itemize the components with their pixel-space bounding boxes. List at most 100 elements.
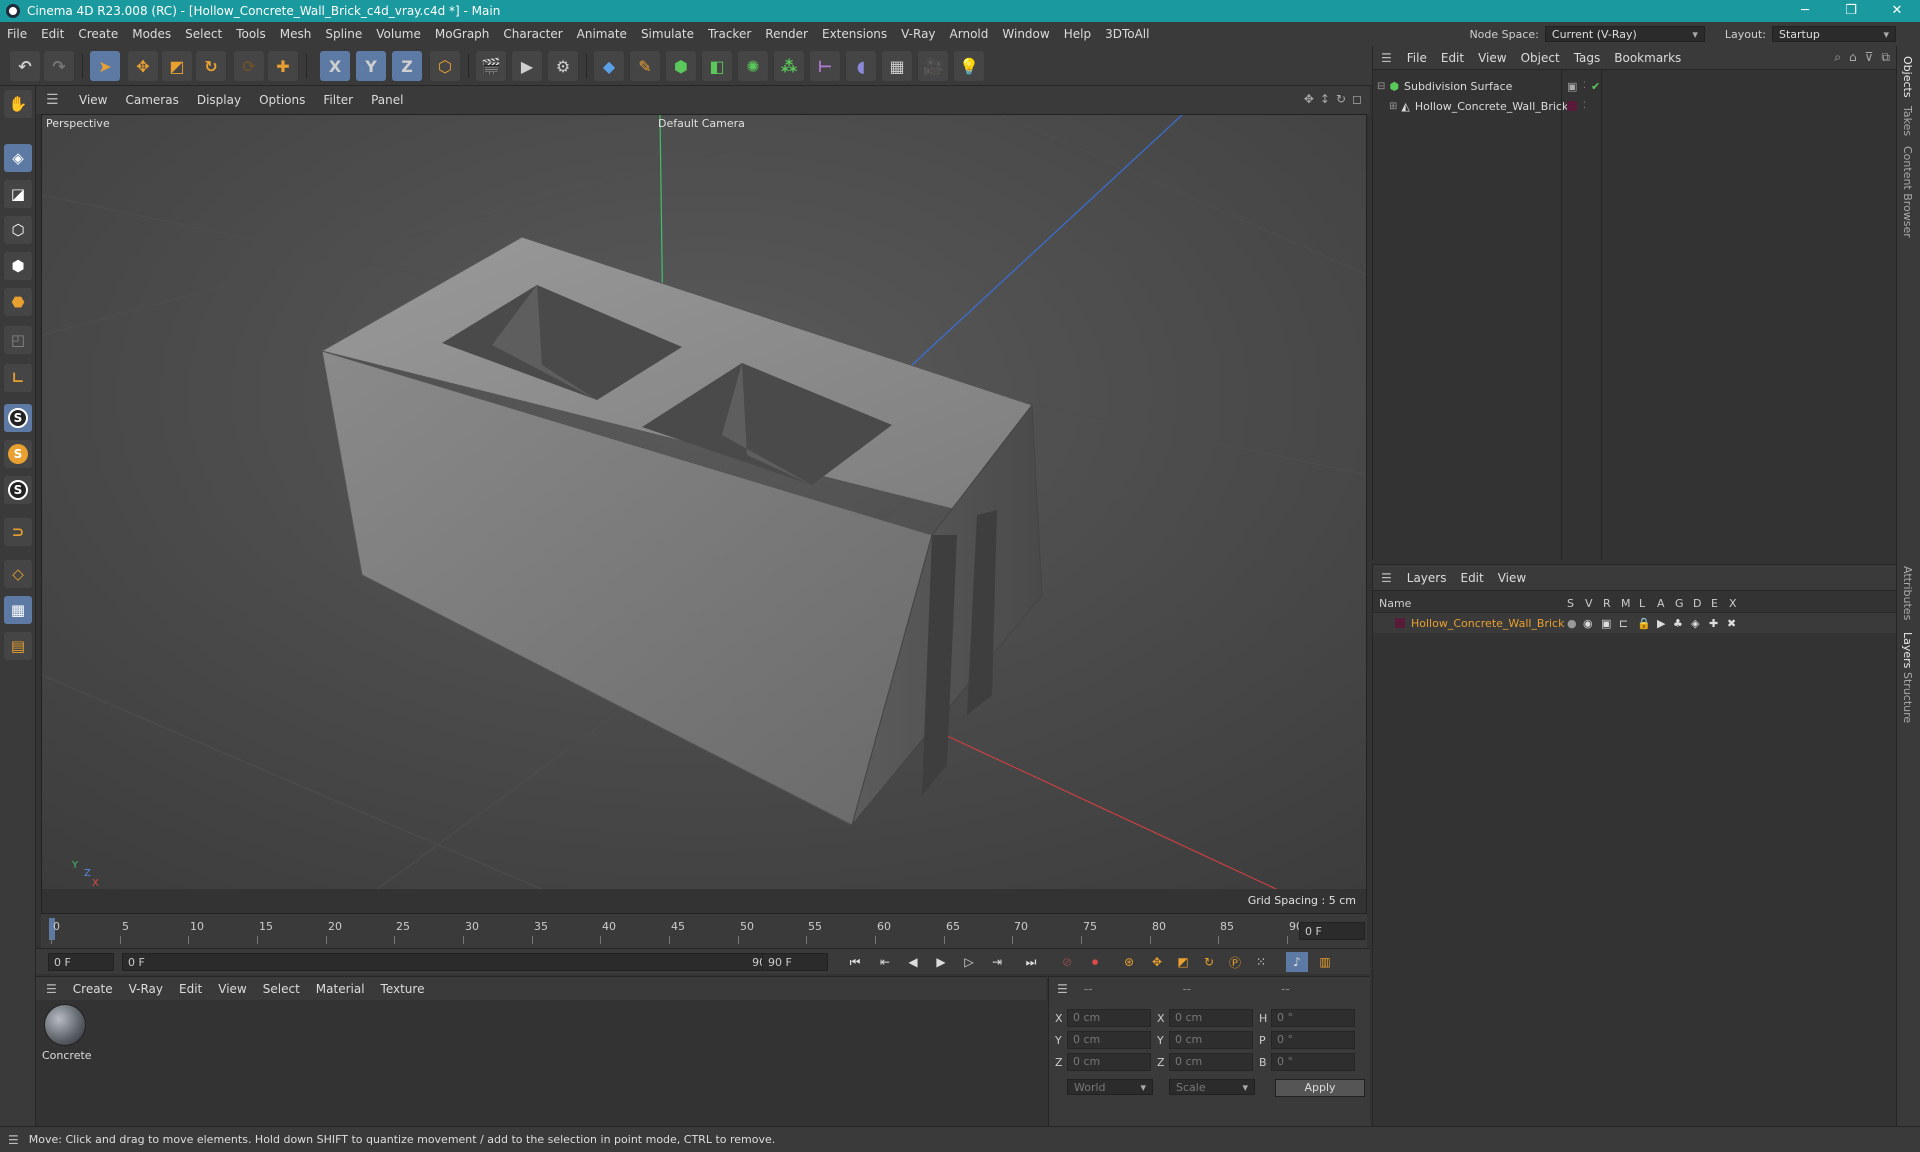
objects-menu-view[interactable]: View [1471, 51, 1513, 65]
layer-generator-icon[interactable]: ♣ [1673, 617, 1683, 630]
apply-button[interactable]: Apply [1275, 1079, 1365, 1097]
autokey-button[interactable]: ⏺ [1084, 952, 1106, 972]
minimize-button[interactable]: ─ [1782, 0, 1828, 22]
objects-menu-bookmarks[interactable]: Bookmarks [1607, 51, 1688, 65]
layers-menu-edit[interactable]: Edit [1453, 571, 1490, 585]
menu-character[interactable]: Character [496, 27, 569, 41]
play-button[interactable]: ▶ [930, 952, 952, 972]
collapse-icon[interactable]: ⊟ [1377, 81, 1385, 92]
grid-snap-button[interactable]: ▦ [4, 596, 32, 624]
menu-render[interactable]: Render [758, 27, 815, 41]
viewport-menu-filter[interactable]: Filter [314, 93, 362, 107]
uv-mode-button[interactable]: ◰ [4, 326, 32, 354]
key-scale-icon[interactable]: ◩ [1172, 952, 1194, 972]
tab-takes[interactable]: Takes [1901, 106, 1914, 136]
viewport-menu-options[interactable]: Options [250, 93, 314, 107]
goto-start-button[interactable]: ⏮ [844, 952, 866, 972]
goto-end-button[interactable]: ⏭ [1020, 952, 1042, 972]
3d-viewport[interactable]: Perspective Default Camera Grid Spacing … [41, 114, 1367, 914]
recent-tools-button[interactable]: ⟳ [234, 51, 264, 81]
pos-z-field[interactable]: 0 cm [1067, 1053, 1151, 1071]
tab-content-browser[interactable]: Content Browser [1901, 146, 1914, 238]
layout-dropdown[interactable]: Startup [1772, 26, 1896, 42]
coord-space-dropdown[interactable]: World [1067, 1079, 1153, 1095]
material-menu-select[interactable]: Select [255, 982, 308, 996]
layer-visible-icon[interactable]: ◉ [1583, 617, 1593, 630]
menu-simulate[interactable]: Simulate [634, 27, 701, 41]
start-frame-field[interactable]: 0 F [48, 953, 114, 971]
current-frame-field[interactable]: 0 F [1299, 922, 1365, 940]
floor-button[interactable]: ▦ [882, 51, 912, 81]
cube-object-button[interactable]: ◆ [594, 51, 624, 81]
menu-arnold[interactable]: Arnold [943, 27, 996, 41]
previous-frame-button[interactable]: ◀ [902, 952, 924, 972]
menu-mograph[interactable]: MoGraph [428, 27, 497, 41]
scene-object-button[interactable]: ◖ [846, 51, 876, 81]
rotate-tool-button[interactable]: ↻ [196, 51, 226, 81]
edges-mode-button[interactable]: ⬢ [4, 252, 32, 280]
material-menu-vray[interactable]: V-Ray [121, 982, 171, 996]
next-key-button[interactable]: ⇥ [986, 952, 1008, 972]
menu-help[interactable]: Help [1057, 27, 1098, 41]
record-keys-button[interactable]: ⊘ [1056, 952, 1078, 972]
layer-solo-icon[interactable]: ● [1567, 617, 1577, 630]
end-frame-field[interactable]: 90 F [762, 953, 828, 971]
material-menu-material[interactable]: Material [308, 982, 373, 996]
y-axis-lock-button[interactable]: Y [356, 51, 386, 81]
next-frame-button[interactable]: ▷ [958, 952, 980, 972]
extrude-button[interactable]: ◧ [702, 51, 732, 81]
viewport-menu-view[interactable]: View [70, 93, 116, 107]
z-axis-lock-button[interactable]: Z [392, 51, 422, 81]
menu-vray[interactable]: V-Ray [894, 27, 942, 41]
viewport-menu-display[interactable]: Display [188, 93, 250, 107]
size-x-field[interactable]: 0 cm [1169, 1009, 1253, 1027]
points-mode-button[interactable]: ⬡ [4, 216, 32, 244]
menu-tools[interactable]: Tools [229, 27, 273, 41]
filter-icon[interactable]: ⊽ [1865, 50, 1874, 65]
previous-key-button[interactable]: ⇤ [874, 952, 896, 972]
size-z-field[interactable]: 0 cm [1169, 1053, 1253, 1071]
selection-tool-button[interactable]: ➤ [90, 51, 120, 81]
material-menu-edit[interactable]: Edit [171, 982, 210, 996]
close-button[interactable]: ✕ [1874, 0, 1920, 22]
viewport-menu-icon[interactable]: ☰ [46, 92, 60, 108]
pos-x-field[interactable]: 0 cm [1067, 1009, 1151, 1027]
menu-select[interactable]: Select [178, 27, 229, 41]
pan-icon[interactable]: ✥ [1304, 92, 1314, 106]
search-icon[interactable]: ⌕ [1834, 50, 1841, 65]
layers-menu-icon[interactable]: ☰ [1381, 571, 1392, 585]
status-menu-icon[interactable]: ☰ [8, 1133, 19, 1147]
render-settings-button[interactable]: ⚙ [548, 51, 578, 81]
size-y-field[interactable]: 0 cm [1169, 1031, 1253, 1049]
menu-extensions[interactable]: Extensions [815, 27, 894, 41]
transform-button[interactable]: ✚ [268, 51, 298, 81]
x-axis-lock-button[interactable]: X [320, 51, 350, 81]
material-menu-texture[interactable]: Texture [373, 982, 433, 996]
timeline-options-icon[interactable]: ♪ [1286, 952, 1308, 972]
make-editable-button[interactable]: ✋ [4, 90, 32, 118]
layer-manager-icon[interactable]: ⊏ [1619, 617, 1628, 630]
snap-button[interactable]: S [4, 404, 32, 432]
deformer-button[interactable]: ⁂ [774, 51, 804, 81]
camera-button[interactable]: 🎥 [918, 51, 948, 81]
new-window-icon[interactable]: ⧉ [1881, 50, 1890, 65]
soft-selection-button[interactable]: S [4, 440, 32, 468]
edit-toggle-icon[interactable]: ▣ [1567, 80, 1577, 93]
material-menu-create[interactable]: Create [65, 982, 121, 996]
rot-h-field[interactable]: 0 ° [1271, 1009, 1355, 1027]
move-tool-button[interactable]: ✥ [128, 51, 158, 81]
tab-attributes[interactable]: Attributes [1901, 566, 1914, 620]
layer-lock-icon[interactable]: 🔒 [1637, 617, 1651, 630]
tab-structure[interactable]: Structure [1901, 672, 1914, 723]
layer-row[interactable]: Hollow_Concrete_Wall_Brick ● ◉ ▣ ⊏ 🔒 ▶ ♣… [1373, 613, 1897, 633]
node-space-dropdown[interactable]: Current (V-Ray) [1544, 26, 1705, 42]
model-mode-button[interactable]: ◈ [4, 144, 32, 172]
layer-render-icon[interactable]: ▣ [1601, 617, 1611, 630]
timeline-window-icon[interactable]: ▥ [1314, 952, 1336, 972]
texture-mode-button[interactable]: ◪ [4, 180, 32, 208]
coord-mode-dropdown[interactable]: Scale [1169, 1079, 1255, 1095]
mograph-cloner-button[interactable]: ✺ [738, 51, 768, 81]
magnet-icon[interactable]: ⊃ [4, 518, 32, 546]
menu-3dtoall[interactable]: 3DToAll [1098, 27, 1156, 41]
menu-window[interactable]: Window [995, 27, 1056, 41]
